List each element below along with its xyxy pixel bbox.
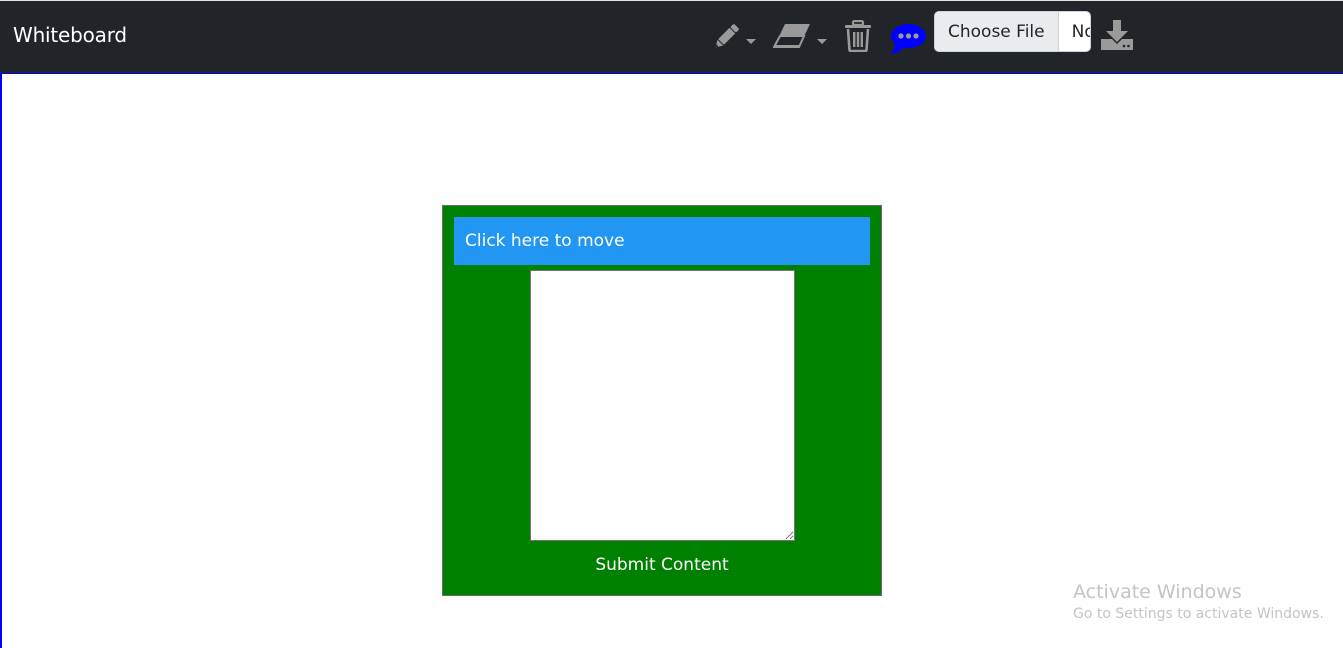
download-icon (1100, 19, 1136, 51)
choose-file-button[interactable]: Choose File (935, 12, 1059, 51)
trash-icon (844, 20, 874, 52)
add-note-button[interactable] (889, 23, 927, 55)
submit-content-button[interactable]: Submit Content (443, 555, 881, 575)
note-drag-handle[interactable]: Click here to move (454, 217, 870, 265)
eraser-tool-button[interactable] (773, 21, 828, 55)
comment-dots-icon (889, 23, 927, 55)
sticky-note: Click here to move Submit Content (442, 205, 882, 596)
app-title: Whiteboard (13, 23, 127, 47)
watermark-title: Activate Windows (1073, 581, 1242, 603)
clear-board-button[interactable] (844, 20, 874, 54)
note-content-input[interactable] (530, 270, 795, 541)
pencil-dropdown-caret-icon[interactable] (746, 39, 756, 44)
navbar: Whiteboard Choose File N (0, 1, 1343, 73)
download-button[interactable] (1100, 19, 1136, 51)
eraser-dropdown-caret-icon[interactable] (817, 39, 827, 44)
pencil-icon (710, 21, 742, 53)
file-input[interactable]: Choose File No file chosen (934, 11, 1091, 52)
watermark-subtitle: Go to Settings to activate Windows. (1073, 606, 1324, 622)
activate-windows-watermark: Activate Windows Go to Settings to activ… (1073, 581, 1324, 624)
file-status-text: No file chosen (1071, 21, 1090, 42)
pencil-tool-button[interactable] (710, 21, 758, 55)
eraser-icon (773, 21, 811, 51)
